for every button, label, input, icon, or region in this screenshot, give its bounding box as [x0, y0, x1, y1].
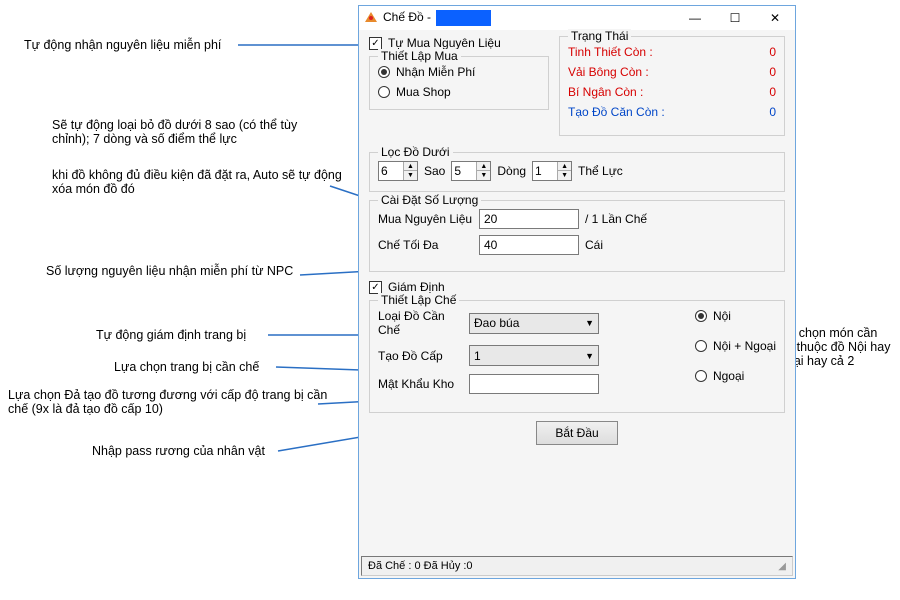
giamdinh-checkbox[interactable]: ✓ — [369, 281, 382, 294]
craft-type-select[interactable]: Đao búa▼ — [469, 313, 599, 334]
qty-buy-label: Mua Nguyên Liệu — [378, 212, 473, 226]
auto-buy-checkbox[interactable]: ✓ — [369, 37, 382, 50]
qty-max-label: Chế Tối Đa — [378, 238, 473, 252]
status-bingan-label: Bí Ngân Còn : — [568, 85, 643, 99]
craft-noi-radio[interactable] — [695, 310, 707, 322]
status-taodocan-label: Tạo Đồ Căn Còn : — [568, 105, 665, 119]
annotation-auto-buy: Tự động nhận nguyên liệu miễn phí — [24, 38, 221, 52]
window-title: Chế Đồ - — [383, 10, 491, 26]
craft-noi-label: Nội — [713, 309, 731, 323]
status-vaibong-label: Vải Bông Còn : — [568, 65, 649, 79]
app-window: Chế Đồ - — ☐ ✕ ✓ Tự Mua Nguyên Liệu Thiế… — [358, 5, 796, 579]
craft-level-label: Tạo Đồ Cấp — [378, 349, 463, 363]
craft-level-select[interactable]: 1▼ — [469, 345, 599, 366]
buy-shop-radio[interactable] — [378, 86, 390, 98]
annotation-level: Lựa chọn Đả tạo đồ tương đương với cấp đ… — [8, 388, 328, 416]
annotation-filter-1: Sẽ tự động loại bỏ đồ dưới 8 sao (có thể… — [52, 118, 332, 146]
annotation-filter-2: khi đồ không đủ điều kiện đã đặt ra, Aut… — [52, 168, 342, 196]
status-taodocan-val: 0 — [769, 105, 776, 119]
buy-free-label: Nhận Miễn Phí — [396, 65, 475, 79]
start-button[interactable]: Bắt Đầu — [536, 421, 617, 445]
craft-ngoai-label: Ngoại — [713, 369, 744, 383]
filter-dong-spinner[interactable]: 5▲▼ — [451, 161, 491, 181]
annotation-pass: Nhập pass rương của nhân vật — [92, 444, 265, 458]
filter-theluc-spinner[interactable]: 1▲▼ — [532, 161, 572, 181]
status-bar: Đã Chế : 0 Đã Hủy :0 ◢ — [361, 556, 793, 576]
app-icon — [363, 10, 379, 26]
buy-free-radio[interactable] — [378, 66, 390, 78]
filter-sao-label: Sao — [424, 164, 445, 178]
qty-max-input[interactable]: 40 — [479, 235, 579, 255]
filter-dong-label: Dòng — [497, 164, 526, 178]
status-bingan-val: 0 — [769, 85, 776, 99]
craft-pass-input[interactable] — [469, 374, 599, 394]
giamdinh-label: Giám Định — [388, 280, 445, 294]
craft-group-legend: Thiết Lập Chế — [378, 293, 459, 307]
filter-theluc-label: Thể Lực — [578, 164, 623, 178]
status-bar-text: Đã Chế : 0 Đã Hủy :0 — [368, 560, 473, 572]
annotation-qty: Số lượng nguyên liệu nhận miễn phí từ NP… — [46, 264, 306, 278]
buy-shop-label: Mua Shop — [396, 85, 451, 99]
craft-noi-ngoai-label: Nội + Ngoại — [713, 339, 776, 353]
status-tinhthiet-val: 0 — [769, 45, 776, 59]
status-vaibong-val: 0 — [769, 65, 776, 79]
chevron-down-icon: ▼ — [585, 318, 594, 328]
auto-buy-label: Tự Mua Nguyên Liệu — [388, 36, 501, 50]
craft-type-label: Loại Đồ Cần Chế — [378, 309, 463, 337]
qty-group-legend: Cài Đặt Số Lượng — [378, 193, 481, 207]
status-group-legend: Trạng Thái — [568, 29, 631, 43]
craft-ngoai-radio[interactable] — [695, 370, 707, 382]
minimize-button[interactable]: — — [675, 6, 715, 30]
craft-noi-ngoai-radio[interactable] — [695, 340, 707, 352]
resize-grip-icon[interactable]: ◢ — [778, 561, 786, 572]
filter-sao-spinner[interactable]: 6▲▼ — [378, 161, 418, 181]
buy-group-legend: Thiết Lập Mua — [378, 49, 461, 63]
chevron-down-icon: ▼ — [585, 351, 594, 361]
annotation-giamdinh: Tự động giám định trang bị — [96, 328, 246, 342]
qty-buy-input[interactable]: 20 — [479, 209, 579, 229]
close-button[interactable]: ✕ — [755, 6, 795, 30]
qty-buy-suffix: / 1 Lần Chế — [585, 212, 647, 226]
maximize-button[interactable]: ☐ — [715, 6, 755, 30]
titlebar: Chế Đồ - — ☐ ✕ — [359, 6, 795, 30]
status-tinhthiet-label: Tinh Thiết Còn : — [568, 45, 653, 59]
annotation-type: Lựa chọn trang bị cần chế — [114, 360, 259, 374]
filter-group-legend: Lọc Đồ Dưới — [378, 145, 453, 159]
craft-pass-label: Mật Khẩu Kho — [378, 377, 463, 391]
qty-max-suffix: Cái — [585, 238, 603, 252]
